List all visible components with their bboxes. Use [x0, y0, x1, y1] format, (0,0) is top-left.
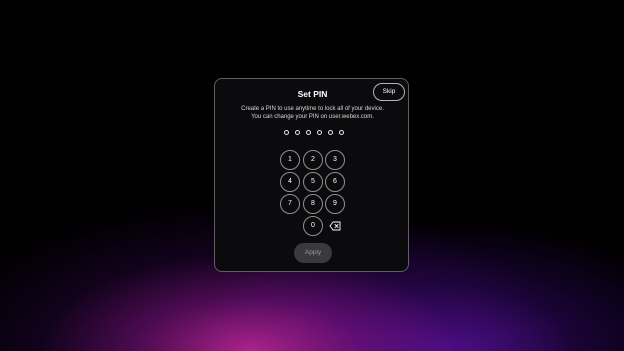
- key-3[interactable]: 3: [325, 150, 345, 170]
- pin-dot: [328, 130, 333, 135]
- description-line-2: You can change your PIN on user.webex.co…: [251, 114, 374, 120]
- key-4[interactable]: 4: [280, 172, 300, 192]
- key-1[interactable]: 1: [280, 150, 300, 170]
- pin-dot: [306, 130, 311, 135]
- pin-dot: [317, 130, 322, 135]
- key-7[interactable]: 7: [280, 194, 300, 214]
- dialog-description: Create a PIN to use anytime to lock all …: [215, 105, 410, 121]
- pin-dot: [284, 130, 289, 135]
- pin-dot: [295, 130, 300, 135]
- pin-dot: [339, 130, 344, 135]
- description-line-1: Create a PIN to use anytime to lock all …: [241, 106, 384, 112]
- key-0[interactable]: 0: [303, 216, 323, 236]
- backspace-icon[interactable]: [329, 221, 341, 231]
- key-5[interactable]: 5: [303, 172, 323, 192]
- key-8[interactable]: 8: [303, 194, 323, 214]
- key-6[interactable]: 6: [325, 172, 345, 192]
- key-9[interactable]: 9: [325, 194, 345, 214]
- background-screen: Set PIN Skip Create a PIN to use anytime…: [0, 0, 624, 351]
- key-2[interactable]: 2: [303, 150, 323, 170]
- apply-button[interactable]: Apply: [294, 243, 332, 263]
- pin-dots: [282, 130, 346, 136]
- set-pin-dialog: Set PIN Skip Create a PIN to use anytime…: [214, 78, 409, 272]
- skip-button[interactable]: Skip: [373, 83, 405, 101]
